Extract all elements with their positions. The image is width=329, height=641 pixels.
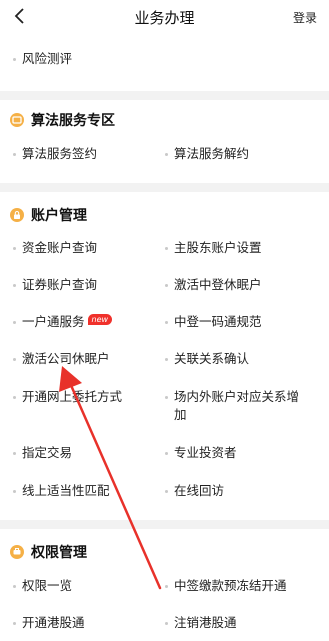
item-label: 证券账户查询 xyxy=(22,277,98,292)
item-label: 场内外账户对应关系增加 xyxy=(174,389,300,422)
algorithm-icon xyxy=(10,113,24,127)
list-item[interactable]: 中登一码通规范 xyxy=(165,313,262,331)
item-label: 开通港股通 xyxy=(22,615,85,630)
item-label: 关联关系确认 xyxy=(174,351,250,366)
item-label: 激活公司休眠户 xyxy=(22,351,110,366)
item-label: 算法服务签约 xyxy=(22,146,98,161)
list-item[interactable]: 线上适当性匹配 xyxy=(13,482,110,500)
bullet-dot xyxy=(13,490,16,493)
list-item[interactable]: 一户通服务 new xyxy=(13,313,113,331)
item-label: 中登一码通规范 xyxy=(174,314,262,329)
page-title: 业务办理 xyxy=(134,9,195,27)
item-label: 线上适当性匹配 xyxy=(22,483,110,498)
item-label: 指定交易 xyxy=(22,445,73,460)
bullet-dot xyxy=(13,321,16,324)
bullet-dot xyxy=(13,58,16,61)
bullet-dot xyxy=(165,358,168,361)
top-bar: 业务办理 登录 xyxy=(0,0,329,34)
list-item[interactable]: 开通网上委托方式 xyxy=(13,388,123,406)
bullet-dot xyxy=(165,396,168,399)
section-title: 账户管理 xyxy=(31,208,87,224)
item-label: 风险测评 xyxy=(22,51,73,66)
bullet-dot xyxy=(165,585,168,588)
login-button[interactable]: 登录 xyxy=(293,9,317,26)
item-label: 权限一览 xyxy=(22,578,73,593)
bullet-dot xyxy=(165,321,168,324)
item-label: 在线回访 xyxy=(174,483,225,498)
list-item[interactable]: 算法服务解约 xyxy=(165,145,250,163)
bullet-dot xyxy=(165,452,168,455)
list-item[interactable]: 注销港股通 xyxy=(165,614,237,632)
list-item[interactable]: 主股东账户设置 xyxy=(165,239,262,257)
list-item[interactable]: 中签缴款预冻结开通 xyxy=(165,577,287,595)
item-label: 注销港股通 xyxy=(174,615,237,630)
section-divider xyxy=(0,520,329,529)
bullet-dot xyxy=(165,622,168,625)
bullet-dot xyxy=(13,622,16,625)
new-badge: new xyxy=(87,314,113,325)
list-item[interactable]: 开通港股通 xyxy=(13,614,85,632)
item-label: 主股东账户设置 xyxy=(174,240,262,255)
bullet-dot xyxy=(165,153,168,156)
list-item[interactable]: 在线回访 xyxy=(165,482,225,500)
item-label: 一户通服务 xyxy=(22,314,85,329)
item-label: 算法服务解约 xyxy=(174,146,250,161)
list-item[interactable]: 资金账户查询 xyxy=(13,239,98,257)
bullet-dot xyxy=(13,452,16,455)
section-divider xyxy=(0,183,329,192)
section-title: 权限管理 xyxy=(31,545,87,561)
list-item[interactable]: 场内外账户对应关系增加 xyxy=(165,388,302,424)
bullet-dot xyxy=(13,585,16,588)
item-label: 中签缴款预冻结开通 xyxy=(174,578,287,593)
list-item-risk-assessment[interactable]: 风险测评 xyxy=(13,50,73,68)
item-label: 激活中登休眠户 xyxy=(174,277,262,292)
list-item[interactable]: 专业投资者 xyxy=(165,444,237,462)
list-item[interactable]: 算法服务签约 xyxy=(13,145,98,163)
key-icon xyxy=(10,545,24,559)
item-label: 开通网上委托方式 xyxy=(22,389,123,404)
bullet-dot xyxy=(13,284,16,287)
bullet-dot xyxy=(13,396,16,399)
section-divider xyxy=(0,91,329,100)
list-item[interactable]: 证券账户查询 xyxy=(13,276,98,294)
list-item[interactable]: 指定交易 xyxy=(13,444,73,462)
item-label: 专业投资者 xyxy=(174,445,237,460)
section-title: 算法服务专区 xyxy=(31,113,115,129)
list-item[interactable]: 激活中登休眠户 xyxy=(165,276,262,294)
bullet-dot xyxy=(13,358,16,361)
item-label: 资金账户查询 xyxy=(22,240,98,255)
bullet-dot xyxy=(165,490,168,493)
bullet-dot xyxy=(165,284,168,287)
bullet-dot xyxy=(13,247,16,250)
bullet-dot xyxy=(13,153,16,156)
lock-icon xyxy=(10,208,24,222)
bullet-dot xyxy=(165,247,168,250)
list-item[interactable]: 激活公司休眠户 xyxy=(13,350,110,368)
list-item[interactable]: 权限一览 xyxy=(13,577,73,595)
list-item[interactable]: 关联关系确认 xyxy=(165,350,250,368)
